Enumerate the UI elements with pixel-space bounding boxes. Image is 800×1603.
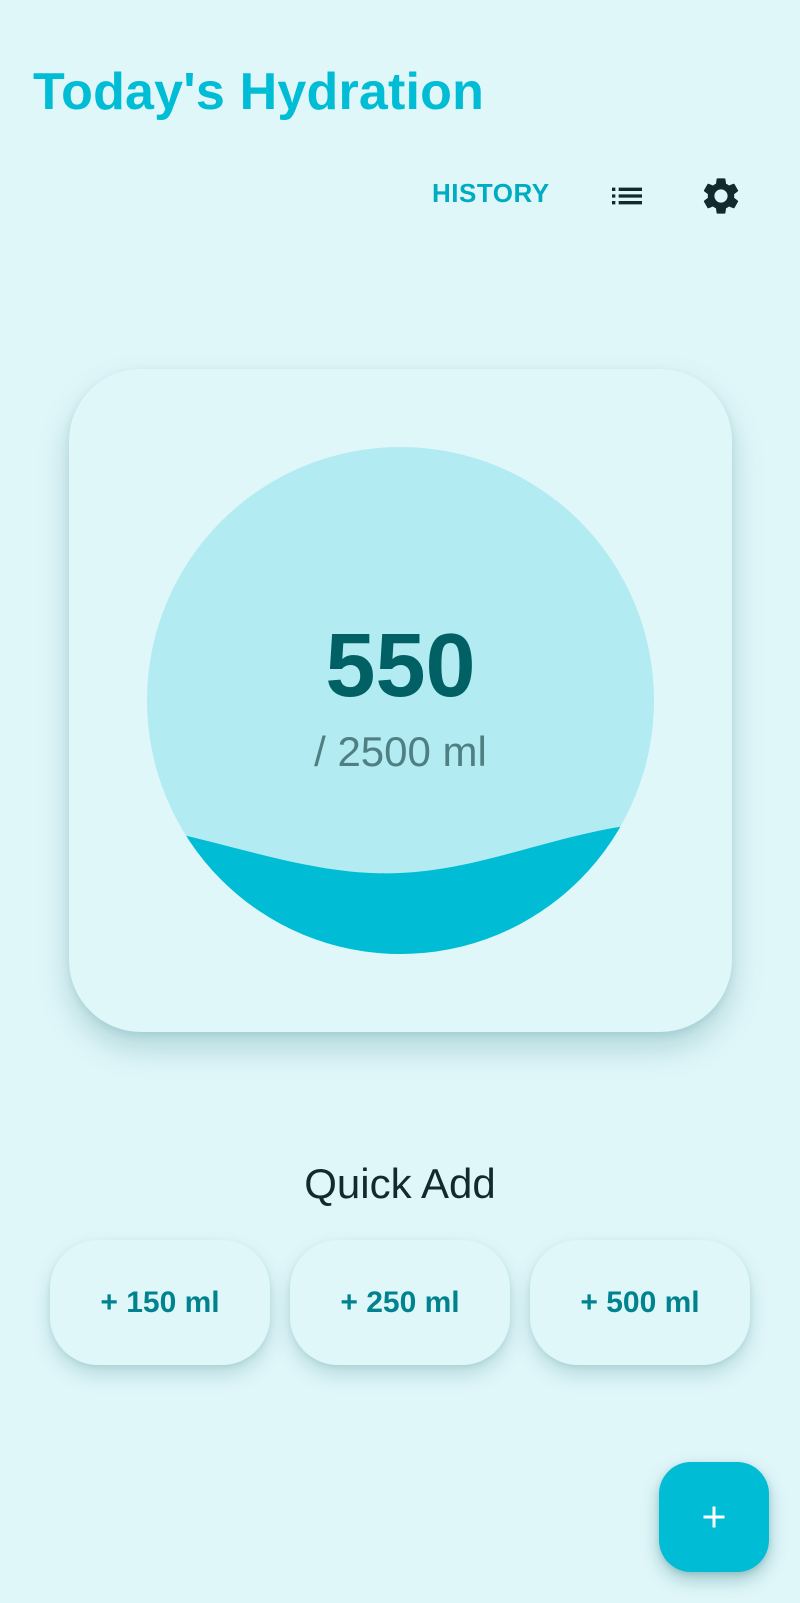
plus-icon <box>703 1506 725 1528</box>
settings-button[interactable] <box>697 172 745 220</box>
list-button[interactable] <box>603 172 651 220</box>
add-500ml-button[interactable]: + 500 ml <box>530 1240 750 1365</box>
gear-icon <box>703 178 739 214</box>
quick-add-title: Quick Add <box>304 1160 496 1207</box>
add-250ml-button[interactable]: + 250 ml <box>290 1240 510 1365</box>
add-fab-button[interactable] <box>659 1462 769 1572</box>
list-icon <box>612 187 642 205</box>
toolbar: HISTORY <box>0 168 800 224</box>
progress-card: 550 / 2500 ml <box>69 369 732 1032</box>
history-button[interactable]: HISTORY <box>432 178 550 209</box>
quick-add-buttons: + 150 ml + 250 ml + 500 ml <box>50 1240 750 1365</box>
page-title: Today's Hydration <box>33 63 485 121</box>
add-150ml-button[interactable]: + 150 ml <box>50 1240 270 1365</box>
water-gauge <box>147 447 654 954</box>
